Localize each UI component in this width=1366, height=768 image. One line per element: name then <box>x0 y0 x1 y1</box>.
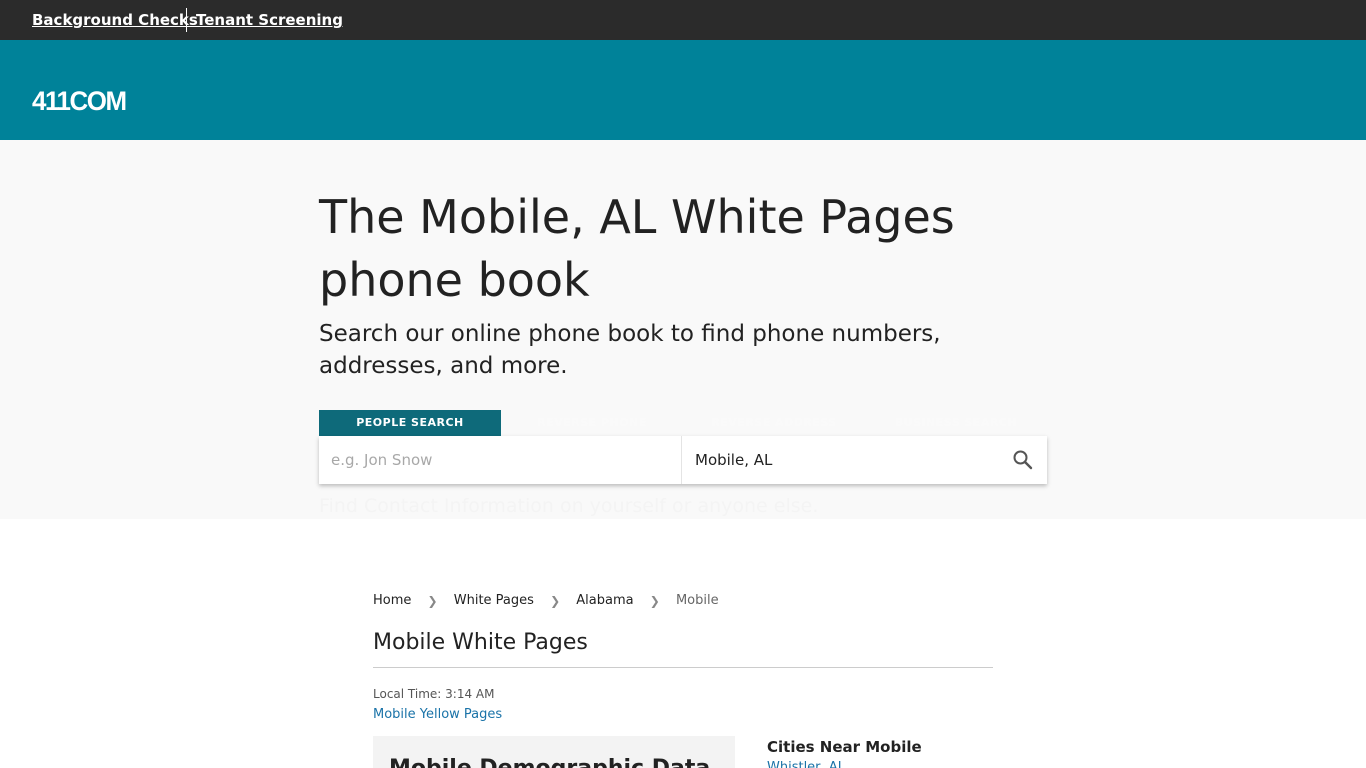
hero-subtitle: Search our online phone book to find pho… <box>319 321 941 379</box>
site-header <box>0 40 1366 140</box>
hero-tagline: Find Contact Information on yourself or … <box>319 495 819 517</box>
search-tabs: PEOPLE SEARCH REVERSE PHONE REVERSE ADDR… <box>319 410 1047 436</box>
name-input[interactable] <box>319 436 682 484</box>
breadcrumb-white-pages[interactable]: White Pages <box>454 593 534 608</box>
breadcrumb-current: Mobile <box>675 593 719 608</box>
search-box <box>319 436 1047 484</box>
breadcrumb: Home ❯ White Pages ❯ Alabama ❯ Mobile <box>373 593 719 608</box>
chevron-right-icon: ❯ <box>427 593 438 608</box>
demographic-card: Mobile Demographic Data <box>373 736 735 768</box>
site-logo[interactable]: 411COM <box>32 86 127 117</box>
page-title: Mobile White Pages <box>373 630 588 655</box>
search-icon[interactable] <box>1011 448 1035 472</box>
tenant-screening-link[interactable]: Tenant Screening <box>196 11 343 29</box>
breadcrumb-alabama[interactable]: Alabama <box>576 593 633 608</box>
yellow-pages-link[interactable]: Mobile Yellow Pages <box>373 707 502 722</box>
tab-business-search[interactable]: BUSINESS SEARCH <box>865 410 1047 436</box>
demographic-title: Mobile Demographic Data <box>389 756 710 768</box>
local-time: Local Time: 3:14 AM <box>373 687 495 701</box>
title-divider <box>373 667 993 668</box>
location-input[interactable] <box>683 436 983 484</box>
top-bar: Background Checks Tenant Screening <box>0 0 1366 40</box>
topbar-divider <box>186 8 187 32</box>
tab-people-search[interactable]: PEOPLE SEARCH <box>319 410 501 436</box>
hero-title: The Mobile, AL White Pages phone book <box>319 190 955 307</box>
tab-reverse-phone[interactable]: REVERSE PHONE <box>501 410 683 436</box>
tab-reverse-address[interactable]: REVERSE ADDRESS <box>683 410 865 436</box>
background-checks-link[interactable]: Background Checks <box>32 11 198 29</box>
chevron-right-icon: ❯ <box>649 593 660 608</box>
city-link[interactable]: Whistler, AL <box>767 760 845 768</box>
chevron-right-icon: ❯ <box>550 593 561 608</box>
cities-heading: Cities Near Mobile <box>767 738 922 756</box>
breadcrumb-home[interactable]: Home <box>373 593 411 608</box>
